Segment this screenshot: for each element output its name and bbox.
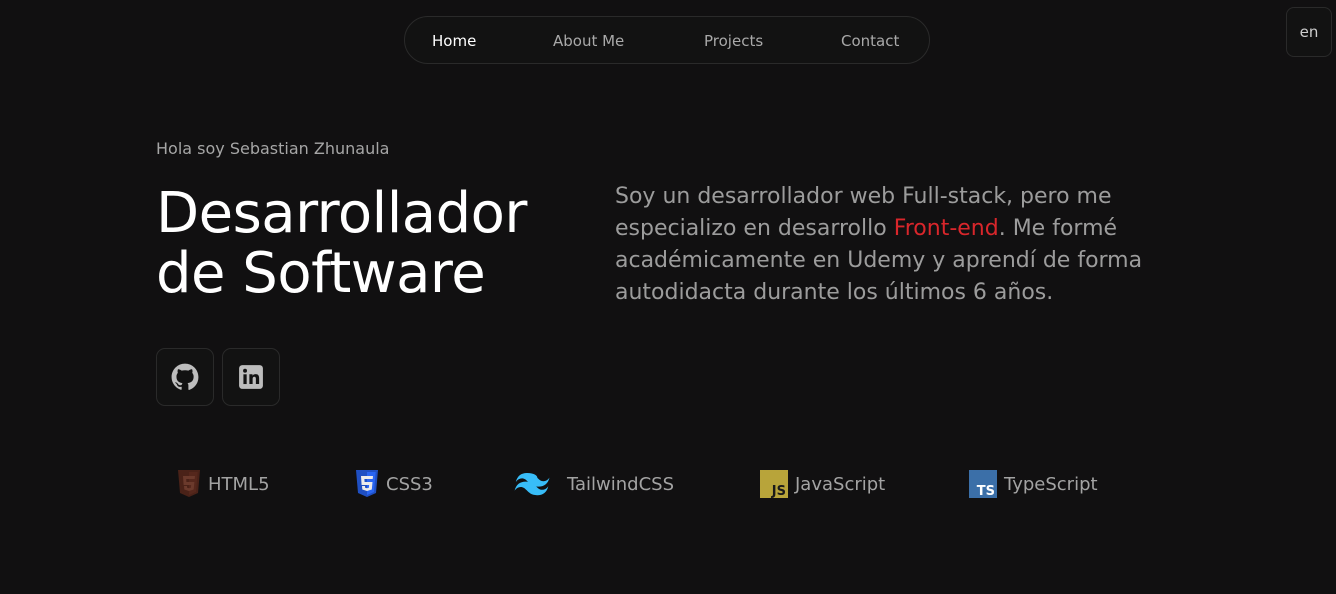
tech-label-typescript: TypeScript <box>1004 473 1098 495</box>
title-line-1: Desarrollador <box>156 181 527 246</box>
tailwind-icon <box>514 473 550 496</box>
tech-label-tailwind: TailwindCSS <box>567 473 675 495</box>
tech-item-tailwind: TailwindCSS <box>514 468 674 500</box>
tech-item-html5: HTML5 <box>177 468 270 500</box>
nav-home-link[interactable]: Home <box>432 32 476 50</box>
tech-item-css3: CSS3 <box>355 468 433 500</box>
svg-text:TS: TS <box>977 484 995 498</box>
svg-text:JS: JS <box>771 484 786 498</box>
bio-highlight: Front-end <box>893 216 999 241</box>
javascript-icon: JS <box>760 470 788 498</box>
github-icon <box>171 363 199 390</box>
nav-about-link[interactable]: About Me <box>553 32 624 50</box>
github-button[interactable] <box>156 348 214 406</box>
html5-icon <box>178 470 200 497</box>
main-nav: Home About Me Projects Contact <box>404 16 930 64</box>
tech-label-html5: HTML5 <box>208 473 270 495</box>
language-toggle-button[interactable]: en <box>1286 7 1332 57</box>
tech-item-typescript: TS TypeScript <box>969 468 1098 500</box>
tech-label-css3: CSS3 <box>386 473 433 495</box>
page: Home About Me Projects Contact en Hola s… <box>0 0 1336 594</box>
tech-label-javascript: JavaScript <box>795 473 886 495</box>
page-title: Desarrollador de Software <box>156 184 596 304</box>
greeting-text: Hola soy Sebastian Zhunaula <box>156 139 390 158</box>
linkedin-icon <box>239 365 263 389</box>
css3-icon <box>356 470 378 497</box>
typescript-icon: TS <box>969 470 997 498</box>
linkedin-button[interactable] <box>222 348 280 406</box>
bio-paragraph: Soy un desarrollador web Full-stack, per… <box>615 181 1185 309</box>
tech-item-javascript: JS JavaScript <box>760 468 885 500</box>
nav-projects-link[interactable]: Projects <box>704 32 763 50</box>
title-line-2: de Software <box>156 241 486 306</box>
nav-contact-link[interactable]: Contact <box>841 32 899 50</box>
